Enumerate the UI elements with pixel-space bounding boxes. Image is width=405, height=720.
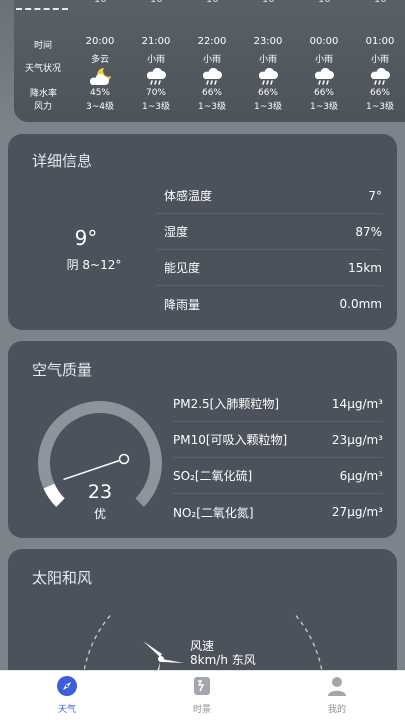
hour-wind-level: 1~3级 [366, 102, 394, 112]
hour-column[interactable]: 21:00 小雨 70% 1~3级 [128, 36, 184, 112]
hour-wind-level: 1~3级 [198, 102, 226, 112]
tab-label: 时景 [192, 705, 211, 715]
tab-scenes[interactable]: 时景 [162, 675, 242, 715]
pollutant-row-no2: NO₂[二氧化氮] 27μg/m³ [173, 494, 383, 530]
hour-column[interactable]: 01:00 小雨 66% 1~3级 [352, 36, 405, 112]
hour-condition: 小雨 [202, 55, 221, 65]
top-value: 10 [374, 0, 387, 5]
row-label-time: 时间 [34, 41, 53, 51]
top-value: 10 [262, 0, 275, 5]
pollutant-row-pm25: PM2.5[入肺颗粒物] 14μg/m³ [173, 386, 383, 422]
tab-label: 天气 [57, 705, 76, 715]
hour-rain-chance: 66% [313, 88, 334, 98]
user-profile-icon [328, 677, 346, 696]
detail-value: 0.0mm [339, 297, 382, 311]
top-value: 10 [206, 0, 219, 5]
hour-column[interactable]: 00:00 小雨 66% 1~3级 [296, 36, 352, 112]
hour-time: 20:00 [85, 36, 115, 47]
hour-rain-chance: 66% [257, 88, 278, 98]
hour-condition: 小雨 [258, 55, 277, 65]
hour-rain-chance: 66% [201, 88, 222, 98]
hour-condition: 小雨 [314, 55, 333, 65]
detail-row-rainfall: 降雨量 0.0mm [156, 286, 382, 322]
hour-time: 23:00 [253, 36, 283, 47]
air-quality-card-title: 空气质量 [32, 361, 93, 379]
detail-value: 7° [368, 188, 382, 203]
aqi-gauge-fill [43, 483, 65, 507]
pollutant-value: 27μg/m³ [331, 505, 383, 519]
detail-value: 15km [348, 260, 382, 275]
detail-value: 87% [355, 224, 382, 239]
top-value: 10 [94, 0, 107, 5]
hour-time: 21:00 [141, 36, 171, 47]
light-rain-icon [184, 66, 240, 88]
tab-label: 我的 [327, 705, 346, 715]
wind-speed-value: 8km/h 东风 [190, 653, 256, 667]
detail-card: 详细信息 9° 阴 8~12° 体感温度 7° 湿度 87% 能见度 15km … [8, 134, 397, 330]
light-rain-icon [240, 66, 296, 88]
hour-column[interactable]: 22:00 小雨 66% 1~3级 [184, 36, 240, 112]
detail-label: 湿度 [164, 225, 189, 239]
pollutant-value: 6μg/m³ [339, 468, 383, 483]
detail-label: 能见度 [164, 261, 201, 275]
pollutant-label: PM10[可吸入颗粒物] [173, 433, 288, 447]
pollutant-label: SO₂[二氧化硫] [173, 469, 253, 483]
compass-icon [57, 676, 77, 696]
hour-column[interactable]: 23:00 小雨 66% 1~3级 [240, 36, 296, 112]
pollutant-row-pm10: PM10[可吸入颗粒物] 23μg/m³ [173, 422, 383, 458]
light-rain-icon [128, 66, 184, 88]
hour-rain-chance: 70% [145, 88, 166, 98]
hourly-forecast-panel[interactable]: 10 10 10 10 10 10 时间 天气状况 降水率 风力 20:00 多云… [14, 0, 405, 122]
hour-wind-level: 3~4级 [86, 102, 114, 112]
hour-column[interactable]: 20:00 多云 45% 3~4级 [72, 36, 128, 112]
hour-wind-level: 1~3级 [310, 102, 338, 112]
aqi-gauge-needle [63, 458, 125, 481]
current-temperature: 9° [74, 226, 98, 250]
partly-cloudy-night-icon [72, 66, 128, 88]
hour-wind-level: 1~3级 [254, 102, 282, 112]
pollutant-value: 14μg/m³ [331, 396, 383, 411]
detail-label: 体感温度 [164, 189, 213, 203]
pollutant-label: PM2.5[入肺颗粒物] [173, 397, 280, 411]
pollutant-label: NO₂[二氧化氮] [173, 505, 254, 520]
detail-row-visibility: 能见度 15km [156, 250, 382, 286]
row-label-wind: 风力 [34, 102, 53, 112]
weather-summary: 阴 8~12° [66, 258, 122, 272]
hour-condition: 多云 [90, 55, 109, 65]
hour-condition: 小雨 [146, 55, 165, 65]
hour-wind-level: 1~3级 [142, 102, 170, 112]
hour-rain-chance: 45% [89, 88, 110, 98]
sun-wind-card: 太阳和风 风速 8km/h 东风 [8, 549, 397, 689]
tab-profile[interactable]: 我的 [297, 675, 377, 715]
pollutant-value: 23μg/m³ [331, 432, 383, 447]
aqi-gauge-hub [118, 453, 130, 465]
top-value: 10 [150, 0, 163, 5]
detail-row-humidity: 湿度 87% [156, 214, 382, 250]
tab-weather[interactable]: 天气 [27, 675, 107, 715]
photo-scene-icon [194, 677, 210, 695]
air-quality-card: 空气质量 23 优 PM2.5[入肺颗粒物] 14μg/m³ PM10[可吸入颗… [8, 341, 397, 538]
row-label-rain: 降水率 [30, 89, 58, 99]
sun-wind-card-title: 太阳和风 [32, 569, 93, 587]
aqi-value: 23 [87, 481, 113, 503]
detail-label: 降雨量 [164, 297, 201, 312]
top-value: 10 [318, 0, 331, 5]
temperature-dash-line [16, 8, 68, 10]
detail-card-title: 详细信息 [32, 152, 93, 170]
bottom-tab-bar: 天气 时景 我的 [0, 670, 405, 720]
hour-time: 00:00 [309, 36, 339, 47]
hour-time: 01:00 [365, 36, 395, 47]
aqi-grade: 优 [93, 507, 106, 521]
light-rain-icon [296, 66, 352, 88]
pollutant-row-so2: SO₂[二氧化硫] 6μg/m³ [173, 458, 383, 494]
hour-rain-chance: 66% [369, 88, 390, 98]
light-rain-icon [352, 66, 405, 88]
detail-row-feels-like: 体感温度 7° [156, 178, 382, 214]
row-label-weather: 天气状况 [25, 64, 62, 74]
hour-condition: 小雨 [370, 55, 389, 65]
hour-time: 22:00 [197, 36, 227, 47]
